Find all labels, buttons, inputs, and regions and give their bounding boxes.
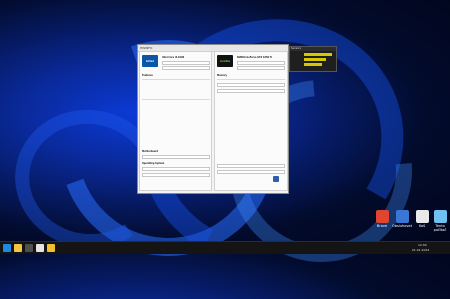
gpu-panel: nvidia NVIDIA GeForce GTX 1050 Ti Memory [214, 51, 288, 191]
gpu-field [237, 61, 285, 65]
cpu-features-title: Features [142, 74, 153, 77]
sensor-window[interactable]: Sensors [289, 46, 337, 72]
sensor-bar [304, 53, 332, 56]
start-icon[interactable] [3, 244, 11, 252]
memory-timing-table [217, 112, 280, 136]
os-field [142, 167, 210, 171]
taskbar-app-icon[interactable] [25, 244, 33, 252]
sensor-bar [304, 63, 322, 66]
cpu-field [162, 66, 210, 70]
cpu-panel: intel Intel Core i3-9100 Features Mother… [139, 51, 212, 191]
clock[interactable]: 12:00 [418, 243, 427, 247]
desktop-icon-brave[interactable]: Brave [372, 210, 392, 228]
divider [142, 79, 210, 80]
gpu-field [237, 66, 285, 70]
nvidia-logo: nvidia [217, 55, 233, 67]
taskbar: 12:00 01.01.2024 [0, 241, 450, 254]
taskbar-app-icon[interactable] [36, 244, 44, 252]
desktop-icon-this-pc[interactable]: Tento počítač [430, 210, 450, 232]
cpu-feature-table [142, 81, 196, 97]
divider [217, 79, 285, 80]
intel-logo: intel [142, 55, 158, 67]
cpu-field [162, 61, 210, 65]
memory-field [217, 170, 285, 174]
gpu-memory-field [217, 83, 285, 87]
os-field [142, 173, 210, 177]
computer-icon [433, 210, 447, 223]
cpu-clock-table [142, 101, 178, 121]
divider [142, 99, 210, 100]
gpu-memory-field [217, 89, 285, 93]
date[interactable]: 01.01.2024 [412, 248, 429, 252]
motherboard-field [142, 155, 210, 159]
gpu-memory-title: Memory [217, 74, 227, 77]
app-icon [395, 210, 409, 223]
desktop-icon-app[interactable]: Obsluhovat [392, 210, 412, 228]
gpu-name: NVIDIA GeForce GTX 1050 Ti [237, 56, 273, 59]
sensor-window-title: Sensors [290, 47, 336, 51]
brave-icon [375, 210, 389, 223]
close-button[interactable] [273, 176, 279, 182]
os-title: Operating System [142, 162, 165, 165]
sensor-bar [304, 58, 326, 61]
desktop-icon-recycle-bin[interactable]: Koš [412, 210, 432, 228]
cpu-name: Intel Core i3-9100 [162, 56, 185, 59]
taskbar-app-icon[interactable] [47, 244, 55, 252]
recycle-bin-icon [415, 210, 429, 223]
motherboard-title: Motherboard [142, 150, 159, 153]
file-explorer-icon[interactable] [14, 244, 22, 252]
memory-field [217, 164, 285, 168]
hwinfo-window[interactable]: HWiNFO intel Intel Core i3-9100 Features… [137, 44, 289, 194]
